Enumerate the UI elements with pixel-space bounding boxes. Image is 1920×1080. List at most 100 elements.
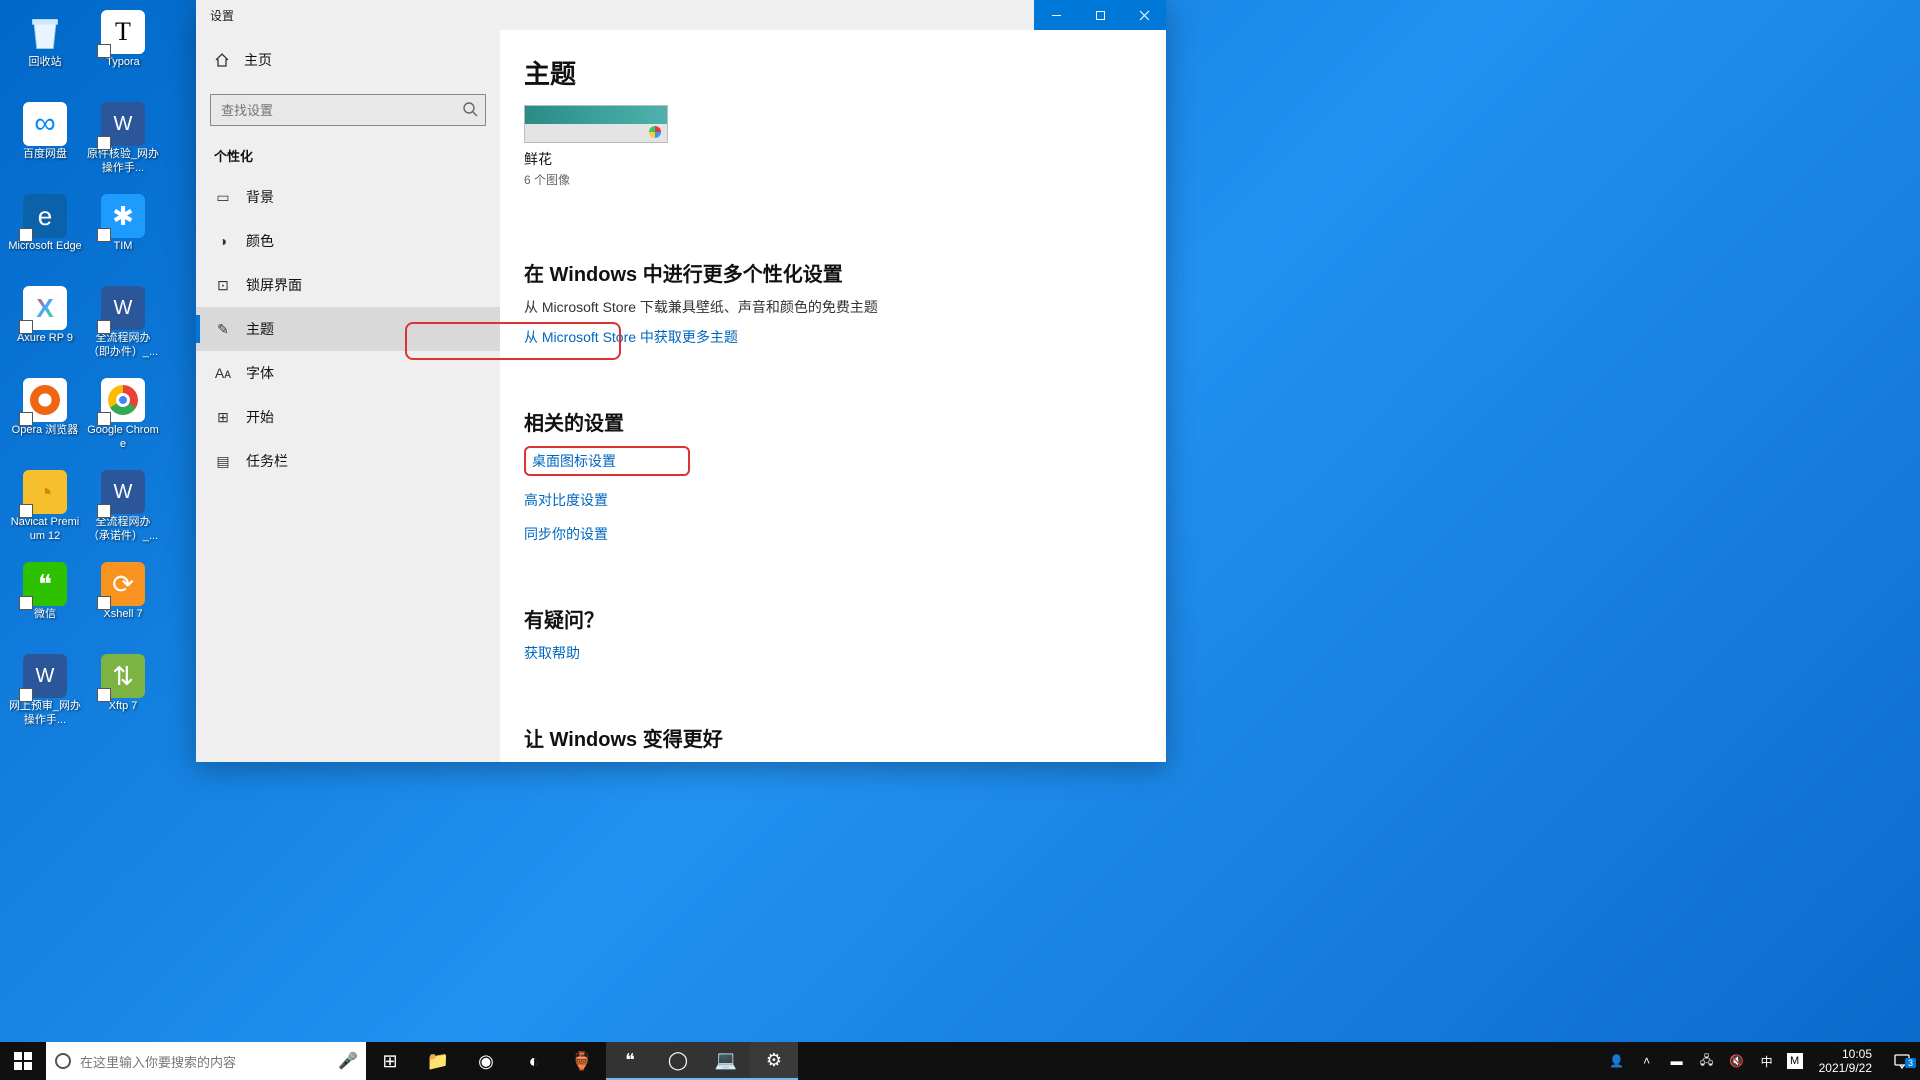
desktop-icon[interactable]: XAxure RP 9 [6,282,84,374]
theme-count: 6 个图像 [524,171,668,188]
cortana-icon [54,1052,72,1070]
taskbar-search[interactable]: 在这里输入你要搜索的内容 🎤 [46,1042,366,1080]
tray-chevron-icon[interactable]: ˄ [1637,1054,1657,1068]
sidebar-item-label: 开始 [246,407,274,427]
search-input[interactable] [210,94,486,126]
desktop-icon[interactable]: Google Chrome [84,374,162,466]
sidebar-item-0[interactable]: ▭ 背景 [196,175,500,219]
titlebar[interactable]: 设置 [196,0,1166,30]
question-title: 有疑问？ [524,604,1084,633]
app-icon-3[interactable]: 💻 [702,1042,750,1080]
sidebar-item-1[interactable]: ◑颜色 [196,219,500,263]
volume-icon[interactable]: 🔇 [1727,1054,1747,1068]
wechat-icon: ❝ [23,562,67,606]
desktop-icon[interactable]: ◔Navicat Premium 12 [6,466,84,558]
desktop-icon-label: Xftp 7 [109,700,138,714]
better-title: 让 Windows 变得更好 [524,723,1084,752]
nav-icon: ▭ [214,189,232,206]
desktop-icon-label: 回收站 [29,56,62,70]
sidebar-item-3[interactable]: ✎主题 [196,307,500,351]
sidebar-item-5[interactable]: ⊞ 开始 [196,395,500,439]
desktop-icon[interactable]: ✱TIM [84,190,162,282]
desktop-icon[interactable]: 回收站 [6,6,84,98]
taskbar-clock[interactable]: 10:05 2021/9/22 [1813,1047,1878,1076]
desktop-icon-label: 百度网盘 [23,148,67,162]
network-icon[interactable]: 🖧 [1697,1051,1717,1072]
action-center-icon[interactable]: 3 [1888,1052,1916,1070]
desktop-icon-label: Navicat Premium 12 [8,516,82,544]
mic-icon[interactable]: 🎤 [338,1051,358,1071]
desktop-icon-label: 原件核验_网办操作手... [86,148,160,176]
home-icon [214,52,230,68]
settings-window: 设置 主页 个性化 ▭ 背景 ◑颜色 ⊡ 锁屏界面 ✎主题Aᴀ字体 ⊞ 开始 ▤ 任务栏 [196,0,1166,762]
desktop-icon[interactable]: ∞ 百度网盘 [6,98,84,190]
desktop-icon-label: Opera 浏览器 [12,424,79,438]
xshell-icon: ⟳ [101,562,145,606]
task-view-button[interactable]: ⊞ [366,1042,414,1080]
sidebar-item-2[interactable]: ⊡ 锁屏界面 [196,263,500,307]
app-icon-1[interactable]: ◐ [510,1042,558,1080]
nav-icon: ◑ [214,233,232,249]
taskbar-date: 2021/9/22 [1819,1061,1872,1075]
minimize-button[interactable] [1034,0,1078,30]
desktop-icon-label: Typora [106,56,140,70]
ime-indicator[interactable]: 中 [1757,1053,1777,1070]
opera-taskbar-icon[interactable]: ◯ [654,1042,702,1080]
close-button[interactable] [1122,0,1166,30]
sidebar-item-label: 锁屏界面 [246,275,302,295]
nav-icon: ✎ [214,321,232,338]
store-themes-link[interactable]: 从 Microsoft Store 中获取更多主题 [524,327,738,347]
taskbar: 在这里输入你要搜索的内容 🎤 ⊞📁◉◐🏺❝◯💻⚙ 👤 ˄ ▬ 🖧 🔇 中 M 1… [0,1042,1920,1080]
file-explorer-icon[interactable]: 📁 [414,1042,462,1080]
nav-icon: ⊞ [214,409,232,426]
sidebar-home[interactable]: 主页 [196,38,500,82]
navicat-icon: ◔ [23,470,67,514]
theme-preview[interactable]: 鲜花 6 个图像 [524,105,668,188]
edge-icon: e [23,194,67,238]
desktop-icon-label: 全流程网办（即办件）_... [86,332,160,360]
ime-m-indicator[interactable]: M [1787,1053,1803,1069]
desktop-icon[interactable]: ❝微信 [6,558,84,650]
desktop-icon[interactable]: W全流程网办（即办件）_... [84,282,162,374]
notification-badge: 3 [1905,1058,1916,1068]
doc-icon: W [101,470,145,514]
maximize-button[interactable] [1078,0,1122,30]
desktop-icon-settings-link[interactable]: 桌面图标设置 [524,446,690,476]
more-personalization-desc: 从 Microsoft Store 下载兼具壁纸、声音和颜色的免费主题 [524,297,1084,317]
desktop-icon-label: Microsoft Edge [8,240,81,254]
desktop-icon[interactable]: ⟳Xshell 7 [84,558,162,650]
taskbar-search-placeholder: 在这里输入你要搜索的内容 [80,1052,330,1071]
nav-icon: ⊡ [214,277,232,294]
desktop-icon[interactable]: ⇅ Xftp 7 [84,650,162,742]
nav-icon: ▤ [214,453,232,470]
chrome-taskbar-icon[interactable]: ◉ [462,1042,510,1080]
sidebar-category: 个性化 [196,140,500,175]
desktop-icon[interactable]: W网上预审_网办操作手... [6,650,84,742]
desktop-icon[interactable]: TTypora [84,6,162,98]
related-settings-title: 相关的设置 [524,407,1084,436]
sync-settings-link[interactable]: 同步你的设置 [524,524,608,544]
settings-taskbar-icon[interactable]: ⚙ [750,1042,798,1080]
people-icon[interactable]: 👤 [1607,1054,1627,1068]
desktop-icon[interactable]: Opera 浏览器 [6,374,84,466]
start-button[interactable] [0,1042,46,1080]
sidebar-item-label: 背景 [246,187,274,207]
wechat-taskbar-icon[interactable]: ❝ [606,1042,654,1080]
sidebar-item-6[interactable]: ▤ 任务栏 [196,439,500,483]
desktop-icon[interactable]: W全流程网办（承诺件）_... [84,466,162,558]
desktop-icon-label: Axure RP 9 [17,332,73,346]
high-contrast-link[interactable]: 高对比度设置 [524,490,608,510]
get-help-link[interactable]: 获取帮助 [524,643,580,663]
sidebar-item-4[interactable]: Aᴀ字体 [196,351,500,395]
desktop-icon-label: Google Chrome [86,424,160,452]
baidu-icon: ∞ [23,102,67,146]
sidebar-item-label: 任务栏 [246,451,288,471]
app-icon-2[interactable]: 🏺 [558,1042,606,1080]
doc-icon: W [101,102,145,146]
theme-name: 鲜花 [524,149,668,169]
desktop-icon[interactable]: W原件核验_网办操作手... [84,98,162,190]
xftp-icon: ⇅ [101,654,145,698]
desktop-icon[interactable]: e Microsoft Edge [6,190,84,282]
battery-icon[interactable]: ▬ [1667,1054,1687,1068]
opera-icon [23,378,67,422]
